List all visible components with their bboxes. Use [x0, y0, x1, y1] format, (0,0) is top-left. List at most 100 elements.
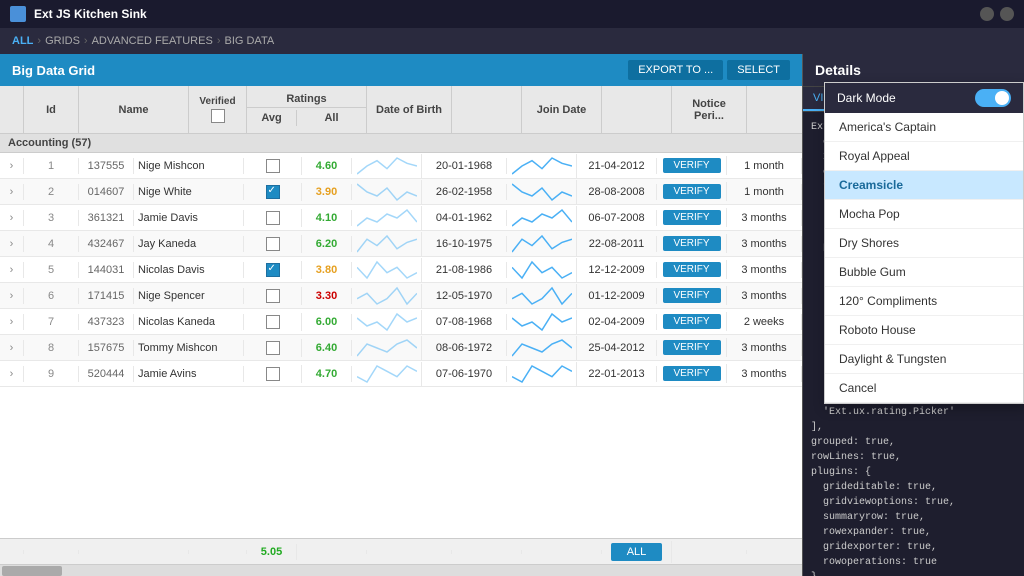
cell-avg: 3.90: [302, 184, 352, 200]
verify-button[interactable]: VERIFY: [663, 262, 721, 277]
cancel-menu-item[interactable]: Cancel: [825, 374, 1023, 403]
verify-button[interactable]: VERIFY: [663, 366, 721, 381]
cell-avg: 4.70: [302, 366, 352, 382]
dark-mode-toggle[interactable]: [975, 89, 1011, 107]
verify-button[interactable]: VERIFY: [663, 184, 721, 199]
row-num: 7: [24, 314, 79, 330]
cell-name: Nige Mishcon: [134, 158, 244, 174]
expand-icon[interactable]: ›: [0, 184, 24, 200]
col-notice-header[interactable]: Notice Peri...: [672, 86, 747, 133]
cell-verified[interactable]: [244, 365, 302, 383]
breadcrumb-bigdata[interactable]: BIG DATA: [224, 35, 274, 47]
expand-icon[interactable]: ›: [0, 158, 24, 174]
row-num: 4: [24, 236, 79, 252]
verify-button[interactable]: VERIFY: [663, 288, 721, 303]
grid-scrollbar[interactable]: [0, 564, 802, 576]
cell-join: 28-08-2008: [577, 184, 657, 200]
cell-join: 12-12-2009: [577, 262, 657, 278]
theme-menu-item[interactable]: Roboto House: [825, 316, 1023, 345]
group-row[interactable]: Accounting (57): [0, 134, 802, 153]
cell-rating-stars: [352, 362, 422, 386]
grid-body[interactable]: › 1 137555 Nige Mishcon 4.60 20-01-1968 …: [0, 153, 802, 538]
verified-checkbox[interactable]: [266, 263, 280, 277]
cell-join: 01-12-2009: [577, 288, 657, 304]
col-all-header[interactable]: All: [297, 110, 367, 126]
cell-verified[interactable]: [244, 235, 302, 253]
select-button[interactable]: SELECT: [727, 60, 790, 80]
cell-verify-btn[interactable]: VERIFY: [657, 338, 727, 357]
cell-verify-btn[interactable]: VERIFY: [657, 364, 727, 383]
verified-checkbox[interactable]: [266, 367, 280, 381]
col-dob-header[interactable]: Date of Birth: [367, 86, 452, 133]
cell-verify-btn[interactable]: VERIFY: [657, 286, 727, 305]
cell-verify-btn[interactable]: VERIFY: [657, 182, 727, 201]
cell-sparkline: [507, 284, 577, 308]
verified-header-checkbox[interactable]: [211, 109, 225, 123]
cell-verify-btn[interactable]: VERIFY: [657, 260, 727, 279]
cell-verified[interactable]: [244, 339, 302, 357]
verify-button[interactable]: VERIFY: [663, 158, 721, 173]
all-button[interactable]: ALL: [611, 543, 663, 561]
expand-icon[interactable]: ›: [0, 236, 24, 252]
expand-icon[interactable]: ›: [0, 262, 24, 278]
expand-icon[interactable]: ›: [0, 366, 24, 382]
theme-menu-item[interactable]: Daylight & Tungsten: [825, 345, 1023, 374]
top-icon-1[interactable]: [980, 7, 994, 21]
cell-verify-btn[interactable]: VERIFY: [657, 234, 727, 253]
cell-verified[interactable]: [244, 209, 302, 227]
breadcrumb-grids[interactable]: GRIDS: [45, 35, 80, 47]
scroll-thumb[interactable]: [2, 566, 62, 576]
breadcrumb-all[interactable]: ALL: [12, 35, 33, 47]
verified-checkbox[interactable]: [266, 289, 280, 303]
top-icons: [980, 7, 1014, 21]
cell-verified[interactable]: [244, 183, 302, 201]
theme-menu-item[interactable]: Bubble Gum: [825, 258, 1023, 287]
col-avg-header[interactable]: Avg: [247, 110, 297, 126]
export-button[interactable]: EXPORT TO ...: [628, 60, 723, 80]
verified-checkbox[interactable]: [266, 185, 280, 199]
cell-name: Nige White: [134, 184, 244, 200]
verified-checkbox[interactable]: [266, 315, 280, 329]
breadcrumb-advanced[interactable]: ADVANCED FEATURES: [92, 35, 213, 47]
cell-notice: 3 months: [727, 236, 802, 252]
col-join-header[interactable]: Join Date: [522, 86, 602, 133]
cell-rating-stars: [352, 336, 422, 360]
cell-avg: 3.30: [302, 288, 352, 304]
theme-menu-item[interactable]: 120° Compliments: [825, 287, 1023, 316]
verified-checkbox[interactable]: [266, 159, 280, 173]
theme-menu-item[interactable]: Mocha Pop: [825, 200, 1023, 229]
cell-join: 21-04-2012: [577, 158, 657, 174]
cell-dob: 20-01-1968: [422, 158, 507, 174]
theme-menu-item[interactable]: Royal Appeal: [825, 142, 1023, 171]
cell-verified[interactable]: [244, 313, 302, 331]
cell-rating-stars: [352, 258, 422, 282]
cell-verified[interactable]: [244, 287, 302, 305]
theme-menu-item[interactable]: Dry Shores: [825, 229, 1023, 258]
cell-avg: 6.40: [302, 340, 352, 356]
cell-verify-btn[interactable]: VERIFY: [657, 312, 727, 331]
cell-join: 22-01-2013: [577, 366, 657, 382]
expand-icon[interactable]: ›: [0, 288, 24, 304]
verify-button[interactable]: VERIFY: [663, 340, 721, 355]
verified-checkbox[interactable]: [266, 341, 280, 355]
table-row: › 6 171415 Nige Spencer 3.30 12-05-1970 …: [0, 283, 802, 309]
verify-button[interactable]: VERIFY: [663, 210, 721, 225]
col-id-header[interactable]: Id: [24, 86, 79, 133]
cell-verify-btn[interactable]: VERIFY: [657, 156, 727, 175]
theme-menu-item[interactable]: Creamsicle: [825, 171, 1023, 200]
topbar: Ext JS Kitchen Sink: [0, 0, 1024, 28]
cell-verified[interactable]: [244, 157, 302, 175]
expand-icon[interactable]: ›: [0, 314, 24, 330]
verified-checkbox[interactable]: [266, 237, 280, 251]
expand-icon[interactable]: ›: [0, 210, 24, 226]
theme-menu-item[interactable]: America's Captain: [825, 113, 1023, 142]
cell-verified[interactable]: [244, 261, 302, 279]
verify-button[interactable]: VERIFY: [663, 236, 721, 251]
verify-button[interactable]: VERIFY: [663, 314, 721, 329]
cell-verify-btn[interactable]: VERIFY: [657, 208, 727, 227]
verified-checkbox[interactable]: [266, 211, 280, 225]
top-icon-2[interactable]: [1000, 7, 1014, 21]
expand-icon[interactable]: ›: [0, 340, 24, 356]
col-verified-header[interactable]: Verified: [189, 86, 247, 133]
col-name-header[interactable]: Name: [79, 86, 189, 133]
